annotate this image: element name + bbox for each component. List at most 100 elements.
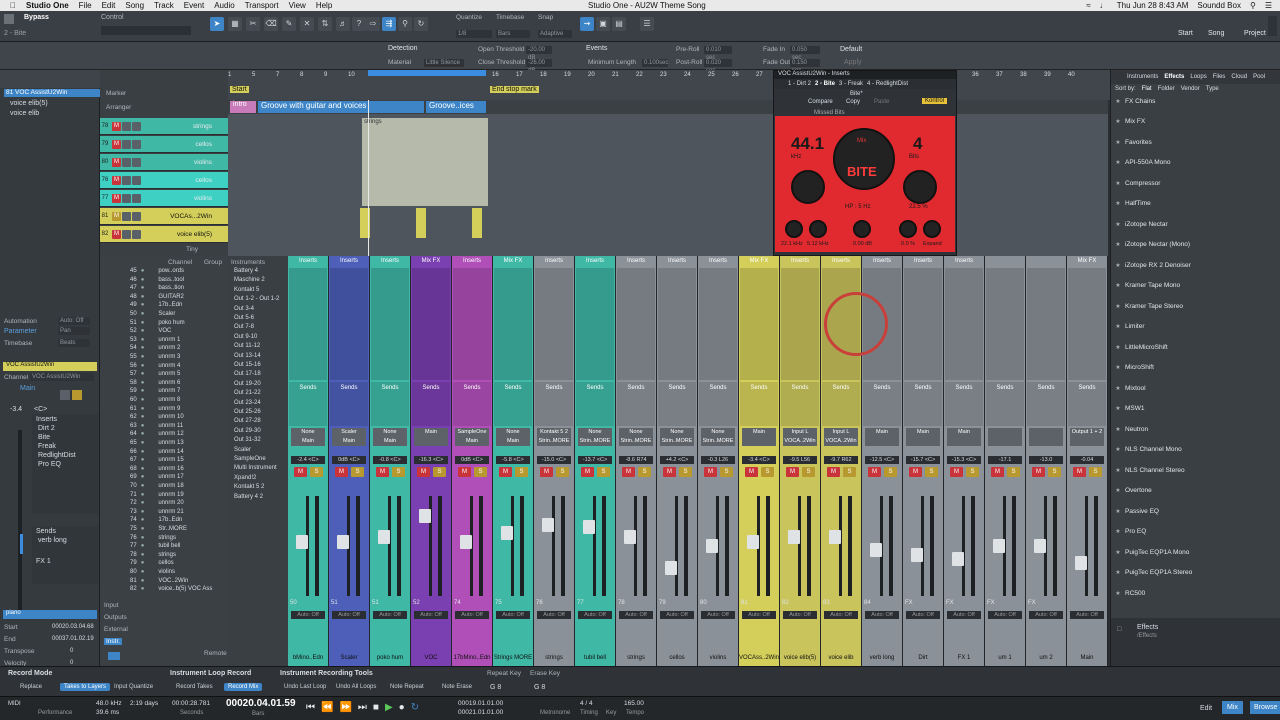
inserts-rack[interactable] (1027, 268, 1065, 380)
ripple-icon[interactable]: ⇨ (366, 17, 380, 31)
channel-name[interactable]: bass..tion (158, 285, 184, 293)
channel-name[interactable]: unnrm 16 (158, 466, 183, 474)
channel-name[interactable]: poko hum (370, 652, 410, 664)
project-button[interactable]: Project (1244, 30, 1266, 37)
automation-mode[interactable]: Auto: Off (332, 611, 366, 619)
channel-name[interactable]: unnrm 19 (158, 492, 183, 500)
snap-select[interactable]: Adaptive (538, 30, 572, 38)
mute-button[interactable]: M (1073, 467, 1086, 477)
channel-name[interactable]: unnrm 20 (158, 500, 183, 508)
channel-name[interactable]: violins (158, 569, 175, 577)
sends-rack[interactable]: Sends (371, 382, 409, 426)
min-length-field[interactable]: 0.100sec (642, 59, 668, 67)
solo-button[interactable]: S (884, 467, 897, 477)
end-value[interactable]: 00037.01.02.19 (52, 636, 94, 642)
channel-row[interactable]: 78 ● strings (130, 552, 226, 560)
io-routing[interactable]: Main (742, 428, 776, 446)
inserts-rack[interactable] (945, 268, 983, 380)
visibility-icon[interactable]: ● (141, 328, 145, 336)
visibility-icon[interactable]: ● (141, 440, 145, 448)
fader-cap[interactable] (747, 534, 759, 549)
mute-button[interactable] (60, 390, 70, 400)
fader-track[interactable] (388, 496, 391, 596)
automation-mode[interactable]: Auto: Off (373, 611, 407, 619)
tab-pool[interactable]: Pool (1253, 74, 1265, 80)
inserts-rack[interactable] (904, 268, 942, 380)
fader-cap[interactable] (542, 517, 554, 532)
channel-name[interactable]: verb long (862, 652, 902, 664)
channel-row[interactable]: 69 ● unnrm 17 (130, 474, 226, 482)
strip-header[interactable]: Inserts (700, 258, 736, 266)
mute-button[interactable]: M (112, 139, 121, 149)
channel-name[interactable]: Main (1067, 652, 1107, 664)
pan-control[interactable]: -0.3 L26 (701, 456, 735, 464)
channel-name[interactable]: Scaler (158, 311, 175, 319)
instrument-item[interactable]: Kontakt 5 (234, 287, 259, 293)
solo-button[interactable] (122, 157, 131, 167)
solo-button[interactable] (72, 390, 82, 400)
undo-all-loops-button[interactable]: Undo All Loops (332, 684, 380, 690)
instrument-item[interactable]: Out 23-24 (234, 400, 261, 406)
fadein-field[interactable]: 0.050 sec (790, 46, 820, 61)
visibility-icon[interactable]: ● (141, 500, 145, 508)
pan-control[interactable]: +4.2 <C> (660, 456, 694, 464)
bars-display[interactable]: 00020.04.01.59 (226, 698, 296, 709)
pan-control[interactable]: -12.5 <C> (865, 456, 899, 464)
fader-cap[interactable] (706, 539, 718, 553)
solo-button[interactable]: S (966, 467, 979, 477)
effect-item[interactable]: ★ MicroShift (1111, 363, 1280, 373)
instrument-item[interactable]: Out 27-28 (234, 418, 261, 424)
insert-slot[interactable]: Dirt 2 (38, 425, 92, 432)
fader-cap[interactable] (1034, 539, 1046, 553)
channel-select[interactable]: VOC AssistU2Win (30, 373, 94, 381)
mute-button[interactable]: M (540, 467, 553, 477)
mute-button[interactable]: M (294, 467, 307, 477)
mute-button[interactable]: M (112, 121, 121, 131)
eraser-tool-icon[interactable]: ⌫ (264, 17, 278, 31)
pan-control[interactable]: -0.04 (1070, 456, 1104, 464)
sends-rack[interactable]: Sends (699, 382, 737, 426)
favorite-star-icon[interactable]: ★ (1111, 385, 1125, 392)
channel-row[interactable]: 68 ● unnrm 16 (130, 466, 226, 474)
sends-rack[interactable]: Sends (412, 382, 450, 426)
favorite-star-icon[interactable]: ★ (1111, 487, 1125, 494)
instrument-item[interactable]: Out 19-20 (234, 381, 261, 387)
forward-icon[interactable]: ⏩ (339, 702, 351, 713)
visibility-icon[interactable]: ● (141, 294, 145, 302)
channel-row[interactable]: 65 ● unnrm 13 (130, 440, 226, 448)
solo-button[interactable]: S (474, 467, 487, 477)
io-routing[interactable]: None Strin..MORE (660, 428, 694, 446)
channel-row[interactable]: 54 ● unnrm 2 (130, 345, 226, 353)
automation-mode[interactable]: Auto: Off (537, 611, 571, 619)
instr-tab[interactable]: Instr. (104, 638, 123, 645)
channel-name[interactable]: cellos (657, 652, 697, 664)
solo-button[interactable] (122, 229, 131, 239)
small-knob[interactable] (899, 220, 917, 238)
edit-button[interactable]: Edit (1200, 705, 1212, 712)
instrument-item[interactable]: Out 9-10 (234, 334, 257, 340)
visibility-icon[interactable]: ● (141, 560, 145, 568)
io-routing[interactable]: None Strin..MORE (701, 428, 735, 446)
tab-instruments[interactable]: Instruments (1127, 74, 1158, 80)
inserts-rack[interactable] (453, 268, 491, 380)
channel-name[interactable]: unnrm 15 (158, 457, 183, 465)
favorite-star-icon[interactable]: ★ (1111, 549, 1125, 556)
channel-name[interactable]: tubil bell (575, 652, 615, 664)
solo-button[interactable] (122, 193, 131, 203)
channel-name[interactable]: unnrm 18 (158, 483, 183, 491)
record-button[interactable] (132, 121, 141, 131)
automation-mode[interactable]: Auto: Off (578, 611, 612, 619)
parameter-select[interactable]: Pan (58, 327, 90, 335)
channel-name[interactable]: VOC AssistU2Win (3, 362, 97, 371)
fader-cap[interactable] (665, 560, 677, 575)
replace-button[interactable]: Replace (16, 684, 46, 690)
favorite-star-icon[interactable]: ★ (1111, 590, 1125, 597)
inserts-rack[interactable] (740, 268, 778, 380)
favorite-star-icon[interactable]: ★ (1111, 180, 1125, 187)
play-icon[interactable]: ▶ (385, 702, 393, 713)
channel-row[interactable]: 75 ● Str..MORE (130, 526, 226, 534)
track-row[interactable]: 79 M cellos (100, 136, 228, 153)
metronome-label[interactable]: Metronome (540, 710, 570, 716)
channel-row[interactable]: 55 ● unnrm 3 (130, 354, 226, 362)
mute-button[interactable]: M (663, 467, 676, 477)
